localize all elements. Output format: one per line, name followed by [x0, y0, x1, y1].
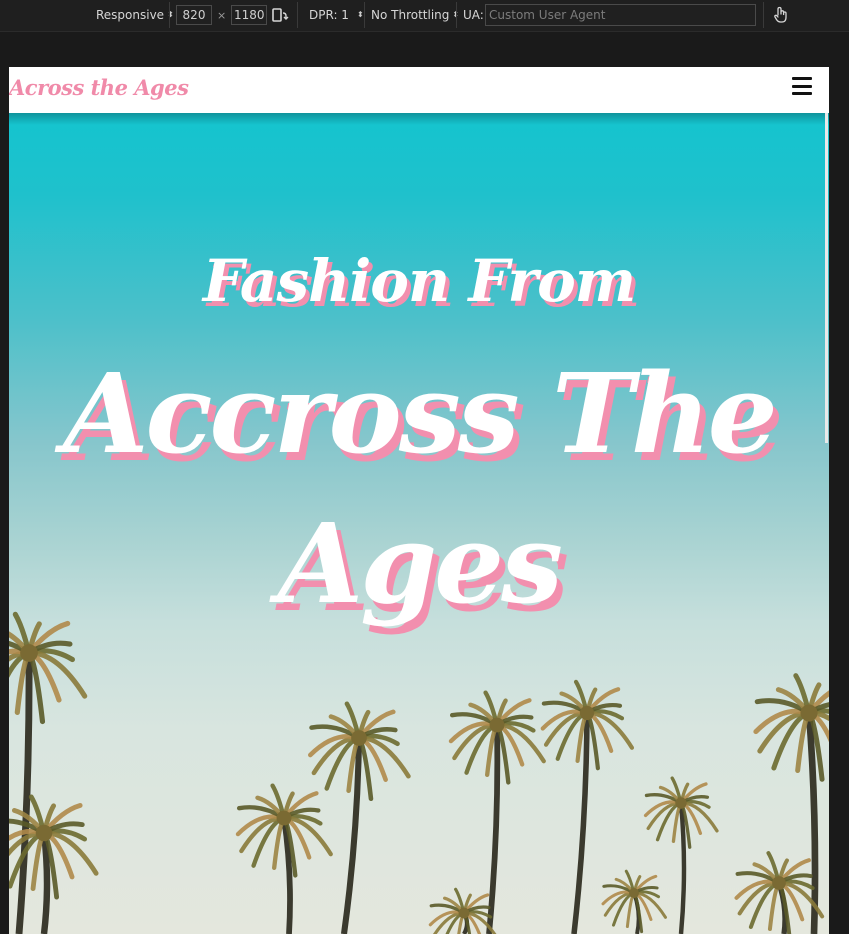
- hero-title: Accross The Ages: [63, 349, 778, 628]
- rotate-icon: [272, 8, 289, 22]
- viewport-height-input[interactable]: 1180: [231, 5, 268, 25]
- hand-pointer-icon: [774, 6, 787, 23]
- emulated-viewport: Across the Ages Fashion From Accross The…: [9, 67, 829, 934]
- hero-subtitle: Fashion From: [202, 247, 636, 315]
- updown-arrow-icon: ⬍: [356, 10, 364, 19]
- toolbar-divider: [297, 2, 298, 28]
- toolbar-divider: [763, 2, 764, 28]
- page-scrollbar[interactable]: [825, 113, 828, 443]
- hamburger-menu-icon[interactable]: [792, 77, 812, 95]
- rotate-device-button[interactable]: [271, 4, 289, 26]
- throttling-label: No Throttling: [371, 8, 450, 22]
- viewport-height-value: 1180: [233, 8, 265, 22]
- site-logo[interactable]: Across the Ages: [9, 75, 189, 100]
- dpr-label: DPR: 1: [309, 8, 349, 22]
- dpr-select[interactable]: DPR: 1 ⬍: [309, 4, 364, 26]
- toolbar-divider: [364, 2, 365, 28]
- viewport-width-value: 820: [182, 8, 206, 22]
- device-mode-select[interactable]: Responsive ⬍: [96, 4, 174, 26]
- toolbar-divider: [169, 2, 170, 28]
- user-agent-input[interactable]: [485, 4, 756, 26]
- dimension-separator: ×: [217, 8, 227, 22]
- device-mode-label: Responsive: [96, 8, 165, 22]
- ua-label: UA:: [463, 8, 484, 22]
- throttling-select[interactable]: No Throttling ⬍: [371, 4, 459, 26]
- touch-simulation-button[interactable]: [773, 4, 789, 26]
- viewport-width-input[interactable]: 820: [176, 5, 212, 25]
- hero-section: Fashion From Accross The Ages: [9, 113, 829, 934]
- devtools-toolbar: Responsive ⬍ 820 × 1180 DPR: 1 ⬍ No Thro…: [0, 0, 849, 32]
- toolbar-divider: [456, 2, 457, 28]
- site-navbar: Across the Ages: [9, 67, 829, 113]
